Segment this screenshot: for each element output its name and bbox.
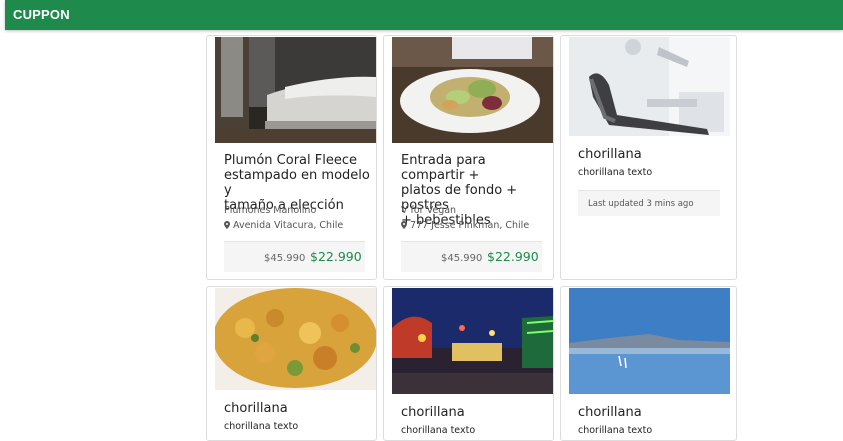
location-line: 777 Jesse Pinkman, Chile — [401, 220, 529, 231]
card-text: chorillana texto — [401, 425, 476, 436]
old-price: $45.990 — [441, 253, 483, 264]
location-text: Avenida Vitacura, Chile — [233, 220, 344, 231]
merchant-name: Plumones Manolino — [224, 205, 317, 216]
dental-chair-photo[interactable] — [569, 37, 730, 136]
last-updated-footer: Last updated 3 mins ago — [578, 190, 720, 216]
deal-card[interactable]: chorillana chorillana texto — [560, 286, 737, 441]
merchant-name: V for Vegan — [401, 205, 457, 216]
card-title[interactable]: chorillana — [224, 401, 288, 416]
food-photo[interactable] — [215, 288, 376, 390]
deal-card[interactable]: chorillana chorillana texto — [206, 286, 377, 441]
card-title[interactable]: chorillana — [578, 147, 642, 162]
brand-logo[interactable]: CUPPON — [13, 7, 70, 22]
card-text: chorillana texto — [578, 425, 653, 436]
top-navbar: CUPPON — [5, 0, 843, 30]
carnival-night-photo[interactable] — [392, 288, 553, 394]
discount-price: $22.990 — [310, 249, 362, 264]
deal-card[interactable]: Plumón Coral Fleece estampado en modelo … — [206, 35, 377, 280]
lake-landscape-photo[interactable] — [569, 288, 730, 394]
card-title[interactable]: chorillana — [401, 405, 465, 420]
deal-title[interactable]: Plumón Coral Fleece estampado en modelo … — [224, 153, 374, 213]
location-line: Avenida Vitacura, Chile — [224, 220, 343, 231]
map-pin-icon — [224, 221, 230, 229]
card-text: chorillana texto — [224, 421, 299, 432]
card-text: chorillana texto — [578, 167, 653, 178]
discount-price: $22.990 — [487, 249, 539, 264]
bedroom-photo[interactable] — [215, 37, 376, 143]
deal-card[interactable]: Entrada para compartir + platos de fondo… — [383, 35, 554, 280]
salad-photo[interactable] — [392, 37, 553, 143]
card-title[interactable]: chorillana — [578, 405, 642, 420]
old-price: $45.990 — [264, 253, 306, 264]
map-pin-icon — [401, 221, 407, 229]
price-bar: $45.990 $22.990 — [224, 241, 365, 272]
deal-card[interactable]: chorillana chorillana texto Last updated… — [560, 35, 737, 280]
location-text: 777 Jesse Pinkman, Chile — [410, 220, 530, 231]
price-bar: $45.990 $22.990 — [401, 241, 542, 272]
deal-card[interactable]: chorillana chorillana texto — [383, 286, 554, 441]
deal-title[interactable]: Entrada para compartir + platos de fondo… — [401, 153, 553, 228]
